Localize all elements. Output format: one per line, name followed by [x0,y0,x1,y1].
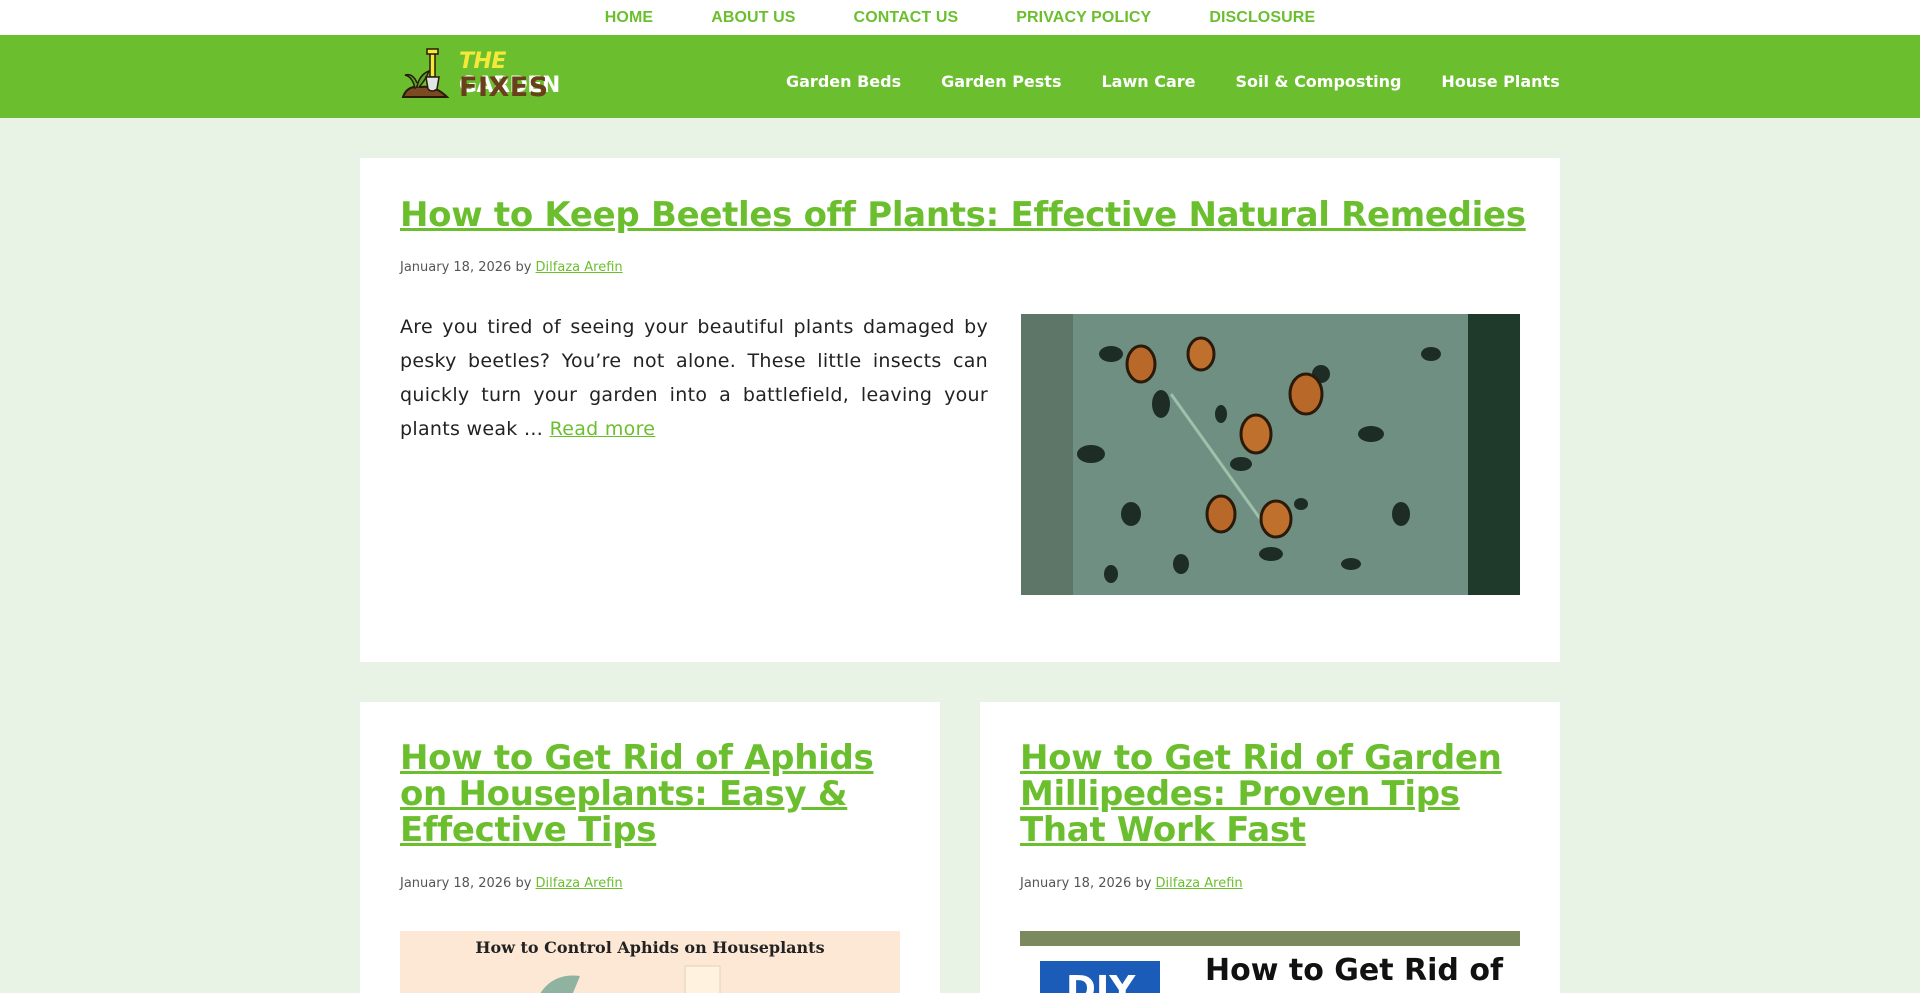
post-by: by [1135,876,1152,891]
nav-item-house-plants[interactable]: House Plants [1441,72,1559,91]
post-by: by [515,876,532,891]
nav-link-home[interactable]: HOME [605,9,653,27]
post-meta: January 18, 2026 by Dilfaza Arefin [1020,876,1243,891]
shovel-sprout-logo-icon [401,48,450,98]
main-nav: Garden Beds Garden Pests Lawn Care Soil … [786,72,1560,91]
post-author-link[interactable]: Dilfaza Arefin [536,260,623,275]
post-excerpt: Are you tired of seeing your beautiful p… [400,310,988,446]
post-title[interactable]: How to Keep Beetles off Plants: Effectiv… [400,195,1526,235]
utility-nav: HOME ABOUT US CONTACT US PRIVACY POLICY … [0,9,1920,27]
post-by: by [515,260,532,275]
logo-word-fixes: FIXES [459,72,549,103]
beetles-on-leaf-image [1021,314,1520,595]
post-author-link[interactable]: Dilfaza Arefin [1156,876,1243,891]
nav-item-lawn-care[interactable]: Lawn Care [1101,72,1195,91]
nav-link-about-us[interactable]: ABOUT US [711,9,795,27]
post-card-featured: How to Keep Beetles off Plants: Effectiv… [360,158,1560,662]
nav-item-garden-beds[interactable]: Garden Beds [786,72,901,91]
post-card-aphids: How to Get Rid of Aphids on Houseplants:… [360,702,940,993]
read-more-link[interactable]: Read more [550,418,656,440]
nav-link-disclosure[interactable]: DISCLOSURE [1209,9,1315,27]
nav-item-soil-composting[interactable]: Soil & Composting [1235,72,1401,91]
post-thumbnail-beetles[interactable] [1021,314,1520,595]
post-excerpt-text: Are you tired of seeing your beautiful p… [400,316,988,440]
houseplant-illustration [540,965,721,993]
nav-link-privacy-policy[interactable]: PRIVACY POLICY [1016,9,1151,27]
post-title[interactable]: How to Get Rid of Garden Millipedes: Pro… [1020,740,1530,848]
post-date: January 18, 2026 [400,876,512,891]
diy-badge-text: DIY [1066,969,1136,993]
post-thumbnail-aphids[interactable]: How to Control Aphids on Houseplants [400,931,900,993]
post-meta: January 18, 2026 by Dilfaza Arefin [400,876,623,891]
post-thumbnail-millipedes[interactable]: DIY How to Get Rid of [1020,931,1520,993]
post-author-link[interactable]: Dilfaza Arefin [536,876,623,891]
nav-link-contact-us[interactable]: CONTACT US [854,9,959,27]
thumbnail-headline: How to Get Rid of [1205,953,1503,988]
site-header: THE GARDEN FIXES Garden Beds Garden Pest… [0,35,1920,118]
nav-item-garden-pests[interactable]: Garden Pests [941,72,1061,91]
top-utility-bar: HOME ABOUT US CONTACT US PRIVACY POLICY … [0,0,1920,35]
diy-badge: DIY [1040,961,1160,993]
post-meta: January 18, 2026 by Dilfaza Arefin [400,260,623,275]
post-title[interactable]: How to Get Rid of Aphids on Houseplants:… [400,740,910,848]
logo-word-the: THE [459,49,506,74]
post-date: January 18, 2026 [1020,876,1132,891]
site-logo[interactable]: THE GARDEN FIXES [399,47,603,103]
post-card-millipedes: How to Get Rid of Garden Millipedes: Pro… [980,702,1560,993]
post-date: January 18, 2026 [400,260,512,275]
